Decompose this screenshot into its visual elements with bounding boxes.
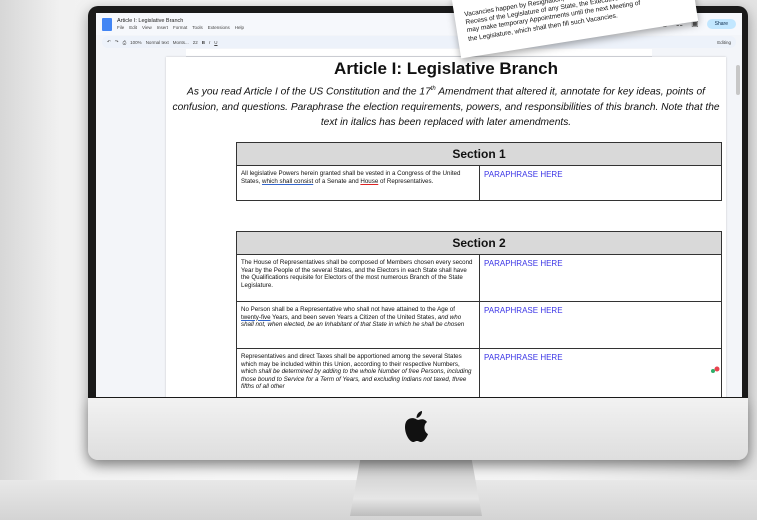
menu-tools[interactable]: Tools xyxy=(192,25,203,30)
menu-edit[interactable]: Edit xyxy=(129,25,137,30)
style-select[interactable]: Normal text xyxy=(146,40,169,45)
italic-icon[interactable]: I xyxy=(209,40,210,45)
scrollbar[interactable] xyxy=(736,65,740,95)
print-icon[interactable]: ⎙ xyxy=(123,40,127,45)
bold-icon[interactable]: B xyxy=(202,40,205,45)
monitor-stand xyxy=(350,458,482,516)
docs-toolbar: ↶ ↷ ⎙ 100% Normal text Monts... 22 B I U… xyxy=(102,36,736,48)
menu-bar: File Edit View Insert Format Tools Exten… xyxy=(117,25,244,30)
docs-logo-icon[interactable] xyxy=(102,17,112,31)
paraphrase-cell[interactable]: PARAPHRASE HERE xyxy=(478,301,723,349)
undo-icon[interactable]: ↶ xyxy=(107,39,111,45)
constitution-text-cell: All legislative Powers herein granted sh… xyxy=(236,165,480,201)
section-2-header: Section 2 xyxy=(235,231,723,255)
constitution-text-cell: No Person shall be a Representative who … xyxy=(236,301,480,349)
menu-extensions[interactable]: Extensions xyxy=(208,25,230,30)
intro-text-1: As you read Article I of the US Constitu… xyxy=(187,86,431,98)
paraphrase-cell[interactable]: PARAPHRASE HERE xyxy=(478,348,723,397)
menu-view[interactable]: View xyxy=(142,25,152,30)
document-page[interactable]: Article I: Legislative Branch As you rea… xyxy=(166,57,726,397)
pin-icon[interactable] xyxy=(710,365,720,375)
apple-logo-icon xyxy=(405,411,428,442)
menu-insert[interactable]: Insert xyxy=(157,25,168,30)
constitution-text-cell: Representatives and direct Taxes shall b… xyxy=(236,348,480,397)
editing-mode-select[interactable]: Editing xyxy=(717,40,731,45)
clause-text: twenty-five xyxy=(241,313,271,321)
font-select[interactable]: Monts... xyxy=(173,40,189,45)
menu-format[interactable]: Format xyxy=(173,25,187,30)
font-size-field[interactable]: 22 xyxy=(193,40,198,45)
clause-text: which shall consist xyxy=(261,177,314,185)
zoom-select[interactable]: 100% xyxy=(130,40,142,45)
intro-paragraph: As you read Article I of the US Constitu… xyxy=(172,82,720,131)
menu-file[interactable]: File xyxy=(117,25,124,30)
document-title[interactable]: Article I: Legislative Branch xyxy=(117,18,244,25)
constitution-text-cell: The House of Representatives shall be co… xyxy=(236,254,480,302)
redo-icon[interactable]: ↷ xyxy=(115,39,119,45)
clause-text: House xyxy=(360,177,379,185)
clause-text: Years, and been seven Years a Citizen of… xyxy=(270,313,438,321)
clause-text: of Representatives. xyxy=(378,177,434,185)
document-canvas[interactable]: Article I: Legislative Branch As you rea… xyxy=(96,57,742,397)
underline-icon[interactable]: U xyxy=(214,40,217,45)
shadow xyxy=(0,0,60,520)
section-1-header: Section 1 xyxy=(235,142,723,166)
share-button[interactable]: Share xyxy=(706,19,736,29)
section-2-table: Section 2 The House of Representatives s… xyxy=(235,231,723,397)
clause-text: of a Senate and xyxy=(313,177,361,185)
menu-help[interactable]: Help xyxy=(235,25,244,30)
page-heading: Article I: Legislative Branch xyxy=(334,59,558,78)
paraphrase-cell[interactable]: PARAPHRASE HERE xyxy=(478,254,723,302)
clause-text: shall be determined by adding to the who… xyxy=(241,368,472,391)
ruler[interactable] xyxy=(186,49,652,57)
paraphrase-cell[interactable]: PARAPHRASE HERE xyxy=(478,165,723,201)
section-1-table: Section 1 All legislative Powers herein … xyxy=(235,142,723,201)
clause-text: No Person shall be a Representative who … xyxy=(241,306,455,313)
screen: Article I: Legislative Branch File Edit … xyxy=(96,13,742,397)
